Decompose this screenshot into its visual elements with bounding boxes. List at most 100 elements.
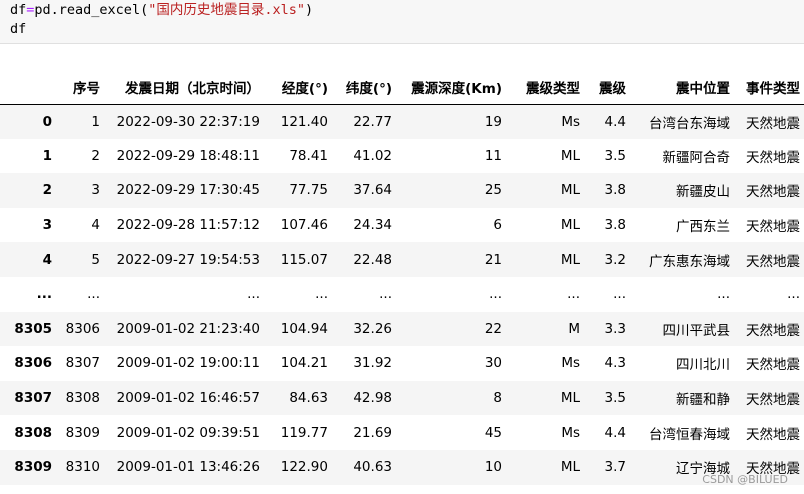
row-index-cell: 3 (42, 217, 52, 234)
table-row: 3 4 2022-09-28 11:57:12 107.46 24.34 6 ML 3.8 广西… (0, 207, 804, 243)
table-cell: 78.41 (289, 147, 328, 164)
table-cell: 8307 (65, 355, 100, 372)
table-cell: 6 (493, 217, 502, 234)
table-cell: 四川北川 (676, 357, 730, 374)
table-cell: 22 (484, 320, 502, 337)
table-cell: 2009-01-02 16:46:57 (116, 390, 260, 407)
header-cell: 震级 (584, 70, 630, 105)
table-cell: 天然地震 (746, 322, 800, 339)
table-cell: ... (87, 286, 100, 303)
table-cell: ML (560, 390, 580, 407)
table-cell: 广西东兰 (676, 219, 730, 236)
table-row: 0 1 2022-09-30 22:37:19 121.40 22.77 19 Ms 4.4 台… (0, 104, 804, 139)
row-index-cell: 4 (42, 251, 52, 268)
table-cell: 3 (91, 182, 100, 199)
table-cell: 2009-01-02 09:39:51 (116, 424, 260, 441)
table-cell: ... (787, 286, 800, 303)
header-cell: 纬度(°) (332, 70, 396, 105)
table-row: 8309 8310 2009-01-01 13:46:26 122.90 40.63 10… (0, 449, 804, 485)
table-cell: 3.5 (604, 390, 626, 407)
table-cell: 2022-09-30 22:37:19 (116, 113, 260, 130)
header-cell: 震源深度(Km) (396, 70, 506, 105)
table-cell: 104.94 (280, 320, 328, 337)
table-cell: 2009-01-02 19:00:11 (116, 355, 260, 372)
code-string-arg: "国内历史地震目录.xls" (148, 2, 305, 18)
table-cell: 107.46 (280, 217, 328, 234)
table-cell: 2022-09-29 18:48:11 (116, 147, 260, 164)
table-cell: 22.48 (353, 251, 392, 268)
table-cell: 8309 (65, 424, 100, 441)
table-cell: Ms (561, 355, 580, 372)
table-cell: ... (379, 286, 392, 303)
table-cell: ML (560, 182, 580, 199)
table-body: 0 1 2022-09-30 22:37:19 121.40 22.77 19 Ms 4.4 台… (0, 104, 804, 485)
header-cell: 震级类型 (506, 70, 584, 105)
table-cell: ML (560, 459, 580, 476)
row-index-cell: ... (36, 286, 52, 303)
table-cell: Ms (561, 113, 580, 130)
table-cell: 3.2 (604, 251, 626, 268)
table-cell: 4 (91, 217, 100, 234)
table-cell: ... (247, 286, 260, 303)
table-row: 2 3 2022-09-29 17:30:45 77.75 37.64 25 ML 3.8 新疆… (0, 173, 804, 208)
table-cell: 37.64 (353, 182, 392, 199)
table-cell: 天然地震 (746, 184, 800, 201)
table-cell: 3.8 (604, 182, 626, 199)
table-cell: Ms (561, 424, 580, 441)
table-cell: 台湾台东海域 (649, 115, 730, 132)
table-cell: ... (567, 286, 580, 303)
table-cell: 42.98 (353, 390, 392, 407)
row-index-cell: 0 (42, 113, 52, 130)
table-row: 8305 8306 2009-01-02 21:23:40 104.94 32.26 22… (0, 311, 804, 347)
dataframe-table: 序号 发震日期（北京时间） 经度(°) 纬度(°) 震源深度(Km) 震级类型 … (0, 70, 804, 485)
row-index-cell: 8308 (14, 424, 52, 441)
header-cell: 经度(°) (264, 70, 332, 105)
table-cell: 天然地震 (746, 426, 800, 443)
header-cell-index (0, 70, 56, 105)
table-cell: 广东惠东海域 (649, 253, 730, 270)
header-cell: 序号 (56, 70, 104, 105)
header-cell: 震中位置 (630, 70, 734, 105)
table-cell: ML (560, 147, 580, 164)
table-row: 4 5 2022-09-27 19:54:53 115.07 22.48 21 ML 3.2 广… (0, 242, 804, 277)
table-cell: 3.7 (604, 459, 626, 476)
code-line-2: df (10, 21, 27, 37)
table-row: .............................. (0, 276, 804, 312)
row-index-cell: 1 (42, 147, 52, 164)
table-cell: 122.90 (280, 459, 328, 476)
table-cell: ... (613, 286, 626, 303)
table-cell: ... (489, 286, 502, 303)
code-cell[interactable]: df=pd.read_excel("国内历史地震目录.xls") df (0, 0, 804, 44)
header-row: 序号 发震日期（北京时间） 经度(°) 纬度(°) 震源深度(Km) 震级类型 … (0, 70, 804, 105)
table-cell: 104.21 (280, 355, 328, 372)
table-cell: 8310 (65, 459, 100, 476)
table-cell: 3.3 (604, 320, 626, 337)
code-var: df (10, 2, 27, 18)
table-cell: 5 (91, 251, 100, 268)
table-cell: 新疆阿合奇 (662, 149, 731, 166)
table-cell: 天然地震 (746, 392, 800, 409)
table-cell: M (568, 320, 580, 337)
table-cell: 41.02 (353, 147, 392, 164)
row-index-cell: 8305 (14, 320, 52, 337)
table-cell: 10 (484, 459, 502, 476)
table-cell: 四川平武县 (662, 322, 731, 339)
table-row: 8306 8307 2009-01-02 19:00:11 104.21 31.92 30… (0, 346, 804, 381)
table-cell: 22.77 (353, 113, 392, 130)
table-cell: 45 (484, 424, 502, 441)
table-cell: 30 (484, 355, 502, 372)
table-cell: 天然地震 (746, 115, 800, 132)
table-cell: 新疆皮山 (676, 184, 730, 201)
header-cell: 事件类型 (734, 70, 804, 105)
table-cell: 24.34 (353, 217, 392, 234)
table-cell: 2 (91, 147, 100, 164)
table-cell: ML (560, 217, 580, 234)
table-cell: 天然地震 (746, 357, 800, 374)
code-call: pd.read_excel( (34, 2, 149, 18)
table-cell: 119.77 (280, 424, 328, 441)
table-cell: 115.07 (280, 251, 328, 268)
table-cell: 25 (484, 182, 502, 199)
table-cell: 4.4 (604, 424, 626, 441)
table-cell: 31.92 (353, 355, 392, 372)
table-cell: ML (560, 251, 580, 268)
